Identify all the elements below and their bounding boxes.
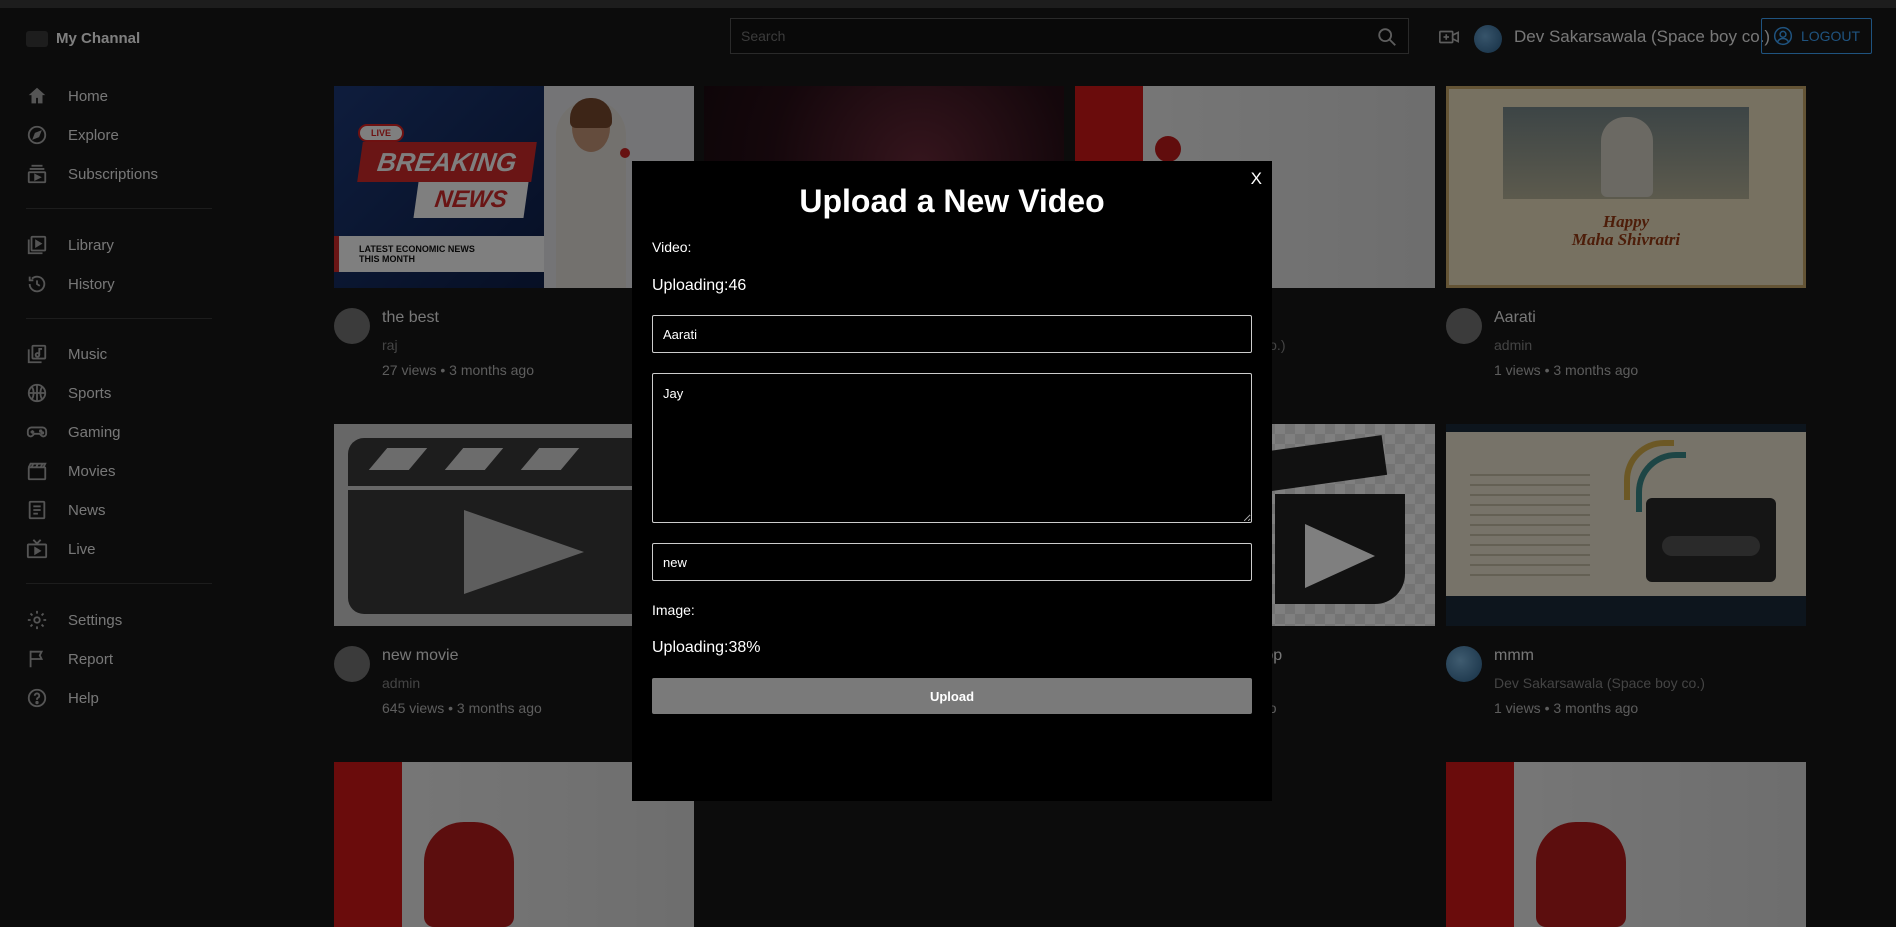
- video-upload-progress: Uploading:46: [652, 277, 747, 294]
- image-label: Image:: [652, 602, 695, 618]
- upload-button[interactable]: Upload: [652, 678, 1252, 714]
- image-upload-progress: Uploading:38%: [652, 639, 761, 656]
- tags-input[interactable]: new: [652, 543, 1252, 581]
- modal-title: Upload a New Video: [799, 183, 1105, 219]
- upload-modal: X Upload a New Video Video: Uploading:46…: [632, 161, 1272, 801]
- description-textarea[interactable]: Jay: [652, 373, 1252, 523]
- video-label: Video:: [652, 239, 692, 255]
- title-input[interactable]: Aarati: [652, 315, 1252, 353]
